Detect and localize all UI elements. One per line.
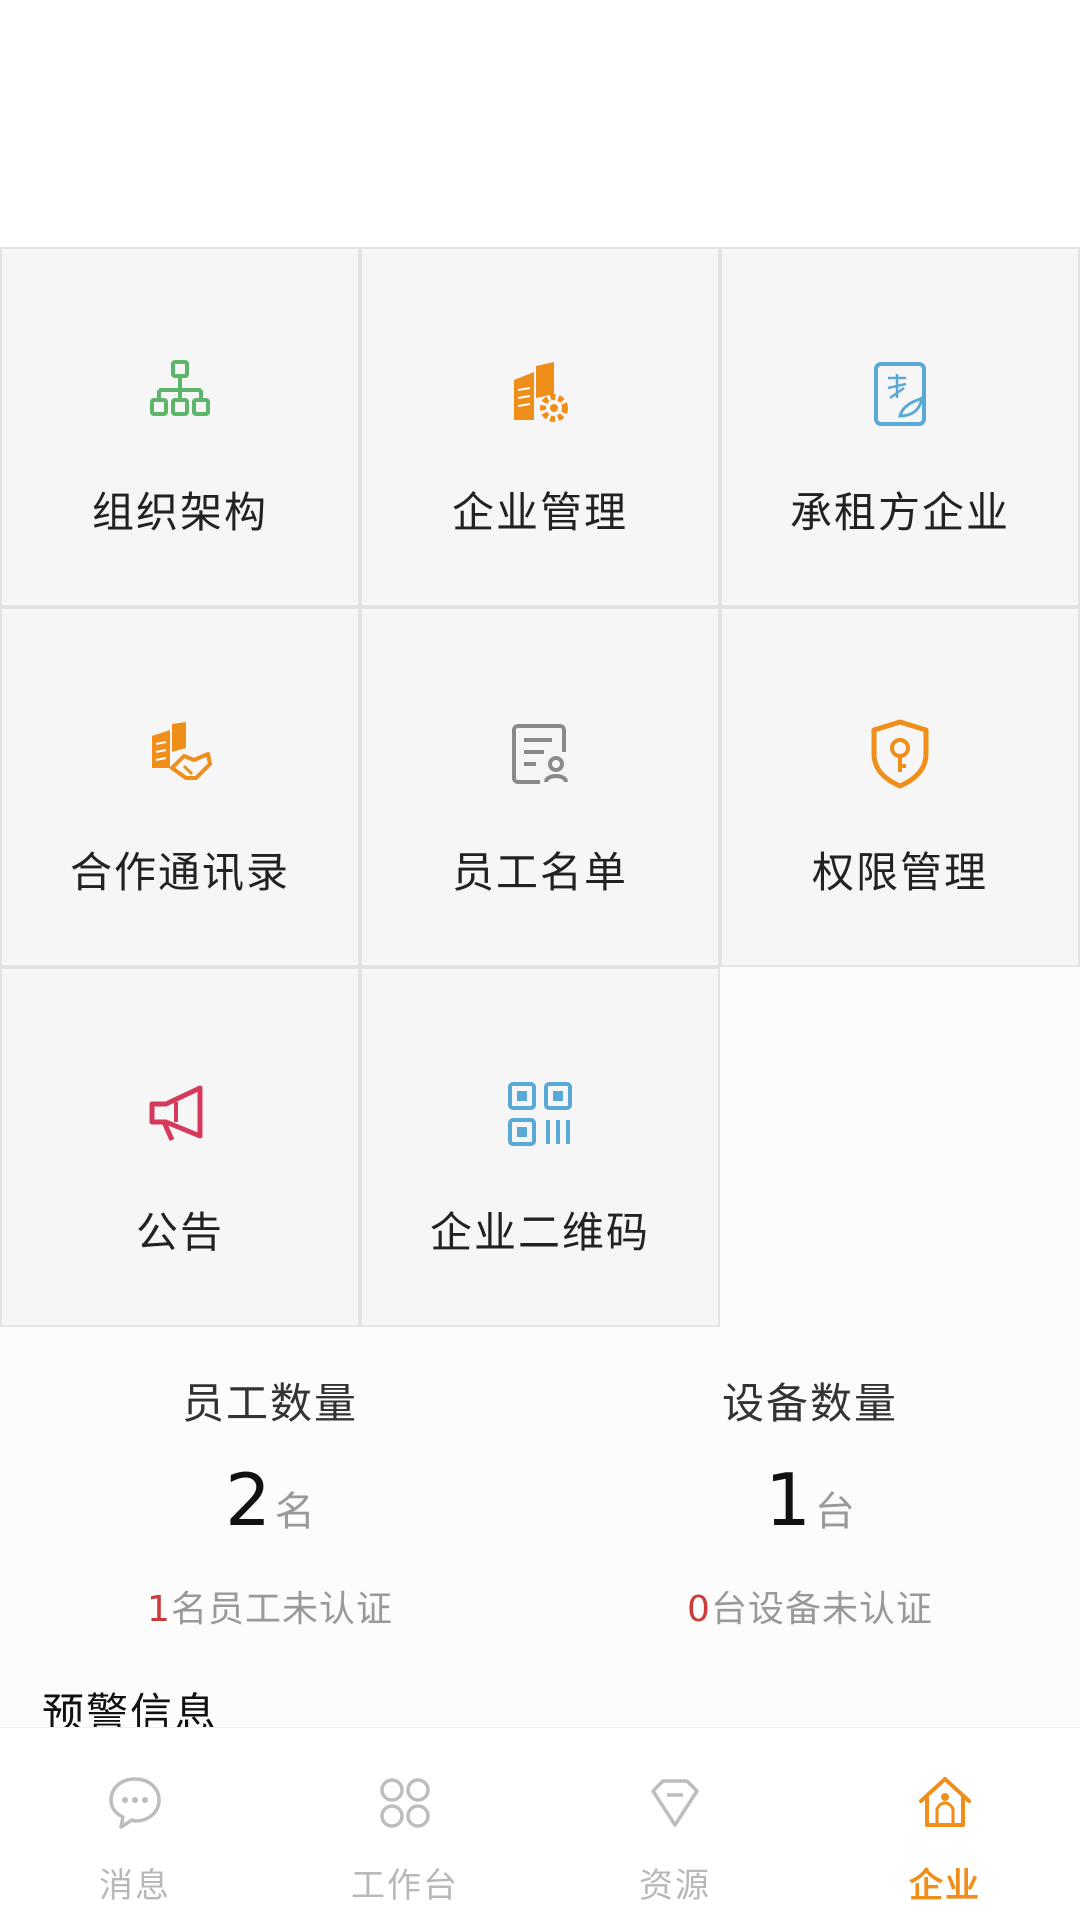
tab-messages[interactable]: 消息 xyxy=(0,1728,270,1921)
device-unverified-note: 0台设备未认证 xyxy=(540,1580,1080,1632)
tab-label: 消息 xyxy=(99,1866,171,1906)
handshake-building-icon xyxy=(140,714,220,794)
tab-label: 工作台 xyxy=(351,1866,459,1906)
top-blank-area xyxy=(0,0,1080,247)
tile-permission-management[interactable]: 权限管理 xyxy=(720,607,1080,967)
stats-section: 员工数量 2 名 1名员工未认证 设备数量 1 台 0台设备未认证 xyxy=(0,1330,1080,1660)
megaphone-icon xyxy=(140,1074,220,1154)
employee-unverified-note: 1名员工未认证 xyxy=(0,1580,540,1632)
tile-tenant-enterprise[interactable]: 承租方企业 xyxy=(720,247,1080,607)
tile-partner-contacts[interactable]: 合作通讯录 xyxy=(0,607,360,967)
tile-label: 承租方企业 xyxy=(789,488,1010,537)
employee-unverified-text: 名员工未认证 xyxy=(170,1589,393,1630)
device-count-unit: 台 xyxy=(814,1489,855,1535)
tile-label: 公告 xyxy=(135,1208,224,1257)
diamond-icon xyxy=(645,1773,705,1833)
tile-enterprise-management[interactable]: 企业管理 xyxy=(360,247,720,607)
chat-bubble-icon xyxy=(105,1773,165,1833)
tile-label: 权限管理 xyxy=(811,848,988,897)
contract-document-icon xyxy=(860,354,940,434)
device-unverified-count: 0 xyxy=(687,1589,711,1630)
shield-key-icon xyxy=(860,714,940,794)
tab-enterprise[interactable]: 企业 xyxy=(810,1728,1080,1921)
employee-list-icon xyxy=(500,714,580,794)
tile-label: 员工名单 xyxy=(451,848,628,897)
device-unverified-text: 台设备未认证 xyxy=(710,1589,933,1630)
device-count-value: 1 台 xyxy=(540,1455,1080,1545)
tab-label: 企业 xyxy=(909,1866,981,1906)
tile-enterprise-qrcode[interactable]: 企业二维码 xyxy=(360,967,720,1327)
employee-count-unit: 名 xyxy=(274,1489,315,1535)
tab-resources[interactable]: 资源 xyxy=(540,1728,810,1921)
tile-label: 组织架构 xyxy=(91,488,268,537)
employee-unverified-count: 1 xyxy=(147,1589,171,1630)
employee-count-title: 员工数量 xyxy=(181,1379,358,1428)
home-icon xyxy=(915,1773,975,1833)
device-count-title: 设备数量 xyxy=(721,1379,898,1428)
building-gear-icon xyxy=(500,354,580,434)
qr-code-icon xyxy=(500,1074,580,1154)
tile-org-structure[interactable]: 组织架构 xyxy=(0,247,360,607)
org-chart-icon xyxy=(140,354,220,434)
employee-count-number: 2 xyxy=(225,1458,271,1542)
tile-announcement[interactable]: 公告 xyxy=(0,967,360,1327)
grid-circles-icon xyxy=(375,1773,435,1833)
bottom-tab-bar: 消息 工作台 资源 企业 xyxy=(0,1727,1080,1921)
tile-employee-list[interactable]: 员工名单 xyxy=(360,607,720,967)
employee-count-value: 2 名 xyxy=(0,1455,540,1545)
device-count-number: 1 xyxy=(765,1458,811,1542)
feature-grid: 组织架构 企业管理 承租方企业 合作通讯录 员工名单 权限管理 公告 企业二维码 xyxy=(0,247,1080,1327)
tile-label: 合作通讯录 xyxy=(69,848,290,897)
tab-workbench[interactable]: 工作台 xyxy=(270,1728,540,1921)
tile-label: 企业管理 xyxy=(451,488,628,537)
tab-label: 资源 xyxy=(639,1866,711,1906)
tile-label: 企业二维码 xyxy=(429,1208,650,1257)
